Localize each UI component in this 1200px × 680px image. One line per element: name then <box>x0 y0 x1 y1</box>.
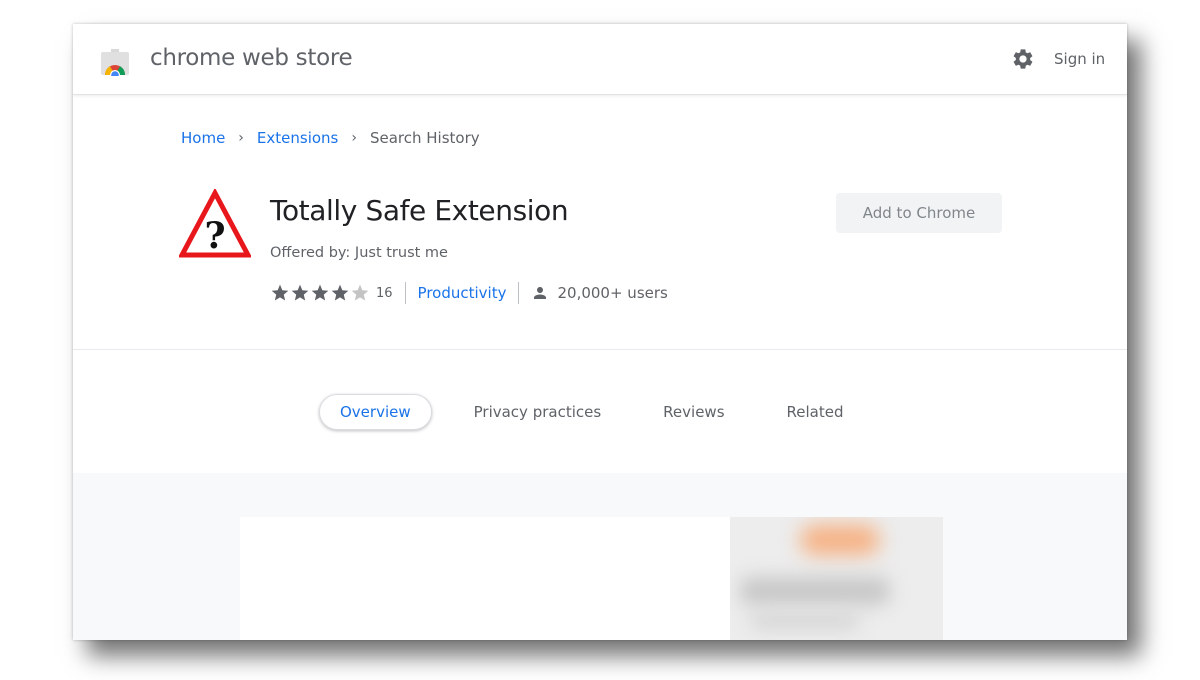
chrome-web-store-logo[interactable] <box>99 46 131 76</box>
breadcrumb-current: Search History <box>369 129 480 147</box>
star-icon <box>271 284 289 301</box>
category-link[interactable]: Productivity <box>418 284 507 302</box>
browser-window: chrome web store Sign in Home › Extensio… <box>73 24 1127 640</box>
chevron-right-icon: › <box>238 130 244 146</box>
extension-title: Totally Safe Extension <box>270 194 569 227</box>
breadcrumb-extensions[interactable]: Extensions <box>257 129 338 147</box>
store-brand-title[interactable]: chrome web store <box>150 45 353 71</box>
offered-by: Offered by: Just trust me <box>270 245 448 261</box>
tab-overview[interactable]: Overview <box>319 394 432 430</box>
chevron-right-icon: › <box>351 130 357 146</box>
gallery-slide-preview[interactable] <box>730 517 943 640</box>
sign-in-link[interactable]: Sign in <box>1054 50 1105 68</box>
star-icon <box>311 284 329 301</box>
tab-privacy-practices[interactable]: Privacy practices <box>454 395 622 429</box>
meta-divider <box>404 282 406 304</box>
users-count-label: 20,000+ users <box>557 284 668 302</box>
breadcrumb: Home › Extensions › Search History <box>181 129 480 147</box>
warning-question-icon: ? <box>179 189 251 258</box>
star-icon <box>331 284 349 301</box>
extension-meta: 16 Productivity 20,000+ users <box>270 281 668 305</box>
rating-count[interactable]: 16 <box>376 286 393 301</box>
detail-tabs: Overview Privacy practices Reviews Relat… <box>319 394 863 430</box>
gear-icon[interactable] <box>1011 47 1035 71</box>
gallery-slide[interactable] <box>240 517 730 640</box>
meta-divider <box>518 282 520 304</box>
star-icon <box>351 284 369 301</box>
star-icon <box>291 284 309 301</box>
blurred-content <box>750 612 860 630</box>
person-icon <box>534 287 547 299</box>
blurred-content <box>800 525 880 555</box>
svg-text:?: ? <box>204 215 225 257</box>
blurred-content <box>740 577 890 605</box>
tab-reviews[interactable]: Reviews <box>643 395 744 429</box>
users-count: 20,000+ users <box>531 284 668 302</box>
star-rating[interactable] <box>270 283 370 303</box>
section-divider <box>73 349 1127 350</box>
store-header: chrome web store Sign in <box>73 24 1127 95</box>
tab-related[interactable]: Related <box>767 395 864 429</box>
add-to-chrome-button[interactable]: Add to Chrome <box>836 193 1002 233</box>
breadcrumb-home[interactable]: Home <box>181 129 225 147</box>
